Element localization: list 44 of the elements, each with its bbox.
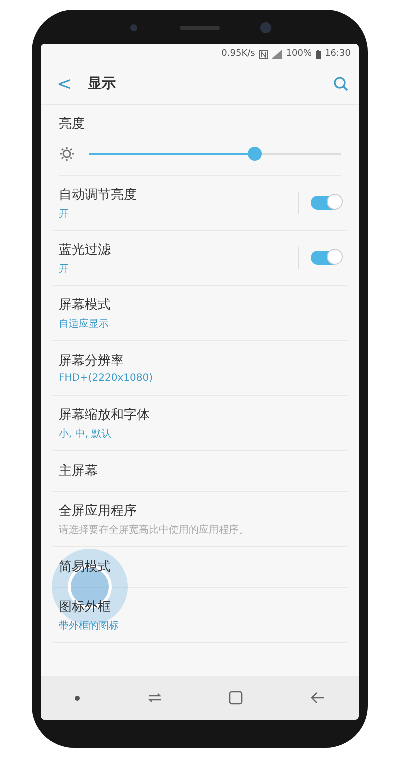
settings-row[interactable]: 图标外框 带外框的图标 [53,588,347,643]
brightness-label: 亮度 [59,116,86,133]
search-button[interactable] [333,76,349,92]
setting-value: 请选择要在全屏宽高比中使用的应用程序。 [59,524,250,536]
setting-title: 蓝光过滤 [59,242,112,258]
toggle-switch[interactable] [311,251,341,265]
settings-row[interactable]: 屏幕缩放和字体 小, 中, 默认 [53,396,347,451]
setting-title: 屏幕缩放和字体 [59,406,151,424]
page-title: 显示 [88,75,118,93]
settings-row[interactable]: 简易模式 [53,547,347,588]
setting-value: 小, 中, 默认 [59,428,113,440]
setting-title: 主屏幕 [59,463,99,480]
settings-row[interactable]: 自动调节亮度 开 [53,176,347,231]
setting-title: 自动调节亮度 [59,186,138,204]
signal-icon [272,50,282,58]
setting-value: 开 [59,262,70,276]
sensor-icon [128,24,140,32]
network-speed: 0.95K/s [222,49,256,59]
settings-row[interactable]: 主屏幕 [53,451,347,492]
setting-title: 简易模式 [59,559,112,576]
setting-value: 开 [59,208,70,220]
slider-thumb[interactable] [248,147,262,161]
setting-value: 带外框的图标 [59,620,120,632]
battery-percent: 100% [286,49,312,59]
settings-row[interactable]: 蓝光过滤 开 [53,231,347,286]
dot-icon[interactable] [74,696,80,700]
setting-value: 自适应显示 [59,318,110,330]
clock: 16:30 [325,49,351,59]
battery-icon [316,50,322,58]
nfc-icon [259,50,268,58]
camera-icon [260,22,272,34]
home-icon[interactable] [229,691,244,705]
settings-row[interactable]: 全屏应用程序 请选择要在全屏宽高比中使用的应用程序。 [53,492,347,547]
settings-row[interactable]: 屏幕分辨率 FHD+(2220x1080) [53,341,347,396]
toggle-switch[interactable] [311,196,341,210]
setting-title: 屏幕分辨率 [59,353,125,370]
setting-title: 屏幕模式 [59,296,112,314]
setting-title: 图标外框 [59,598,112,616]
recents-icon[interactable] [148,692,162,704]
setting-value: FHD+(2220x1080) [59,373,154,384]
setting-title: 全屏应用程序 [59,502,138,520]
sun-icon [59,146,75,162]
back-arrow-icon[interactable] [311,692,326,704]
settings-row[interactable]: 屏幕模式 自适应显示 [53,286,347,341]
